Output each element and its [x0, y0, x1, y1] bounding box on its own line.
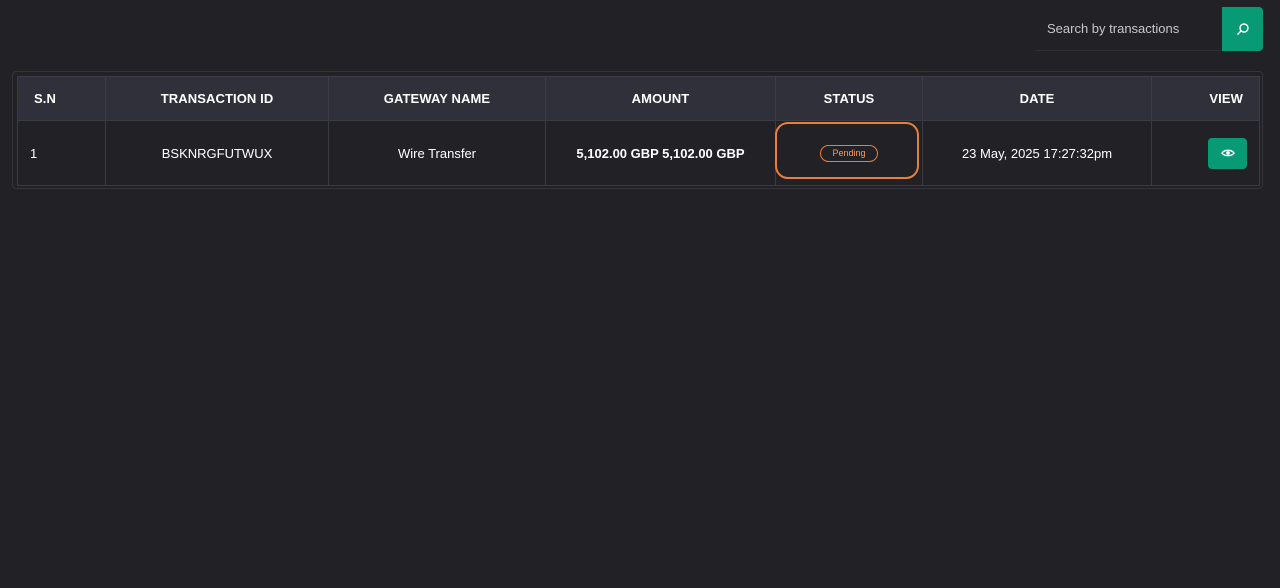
cell-transaction-id: BSKNRGFUTWUX: [105, 120, 329, 186]
transactions-table: S.N TRANSACTION ID GATEWAY NAME AMOUNT S…: [17, 76, 1260, 186]
column-header-gateway-name: GATEWAY NAME: [328, 76, 546, 121]
search-button[interactable]: [1222, 7, 1263, 51]
status-badge: Pending: [820, 145, 878, 162]
search-bar: [1036, 7, 1263, 51]
cell-sn: 1: [17, 120, 106, 186]
column-header-view: VIEW: [1151, 76, 1260, 121]
cell-amount: 5,102.00 GBP 5,102.00 GBP: [545, 120, 776, 186]
column-header-status: STATUS: [775, 76, 923, 121]
transactions-page: S.N TRANSACTION ID GATEWAY NAME AMOUNT S…: [0, 0, 1280, 588]
search-input[interactable]: [1036, 7, 1222, 51]
view-button[interactable]: [1208, 137, 1247, 169]
cell-gateway-name: Wire Transfer: [328, 120, 546, 186]
cell-status: Pending: [775, 120, 923, 186]
column-header-transaction-id: TRANSACTION ID: [105, 76, 329, 121]
column-header-sn: S.N: [17, 76, 106, 121]
cell-view: [1151, 120, 1260, 186]
table-header-row: S.N TRANSACTION ID GATEWAY NAME AMOUNT S…: [17, 76, 1260, 121]
table-row: 1 BSKNRGFUTWUX Wire Transfer 5,102.00 GB…: [17, 120, 1260, 186]
cell-date: 23 May, 2025 17:27:32pm: [922, 120, 1152, 186]
transactions-table-container: S.N TRANSACTION ID GATEWAY NAME AMOUNT S…: [12, 71, 1263, 189]
column-header-amount: AMOUNT: [545, 76, 776, 121]
search-icon: [1236, 23, 1249, 35]
eye-icon: [1220, 149, 1235, 157]
column-header-date: DATE: [922, 76, 1152, 121]
